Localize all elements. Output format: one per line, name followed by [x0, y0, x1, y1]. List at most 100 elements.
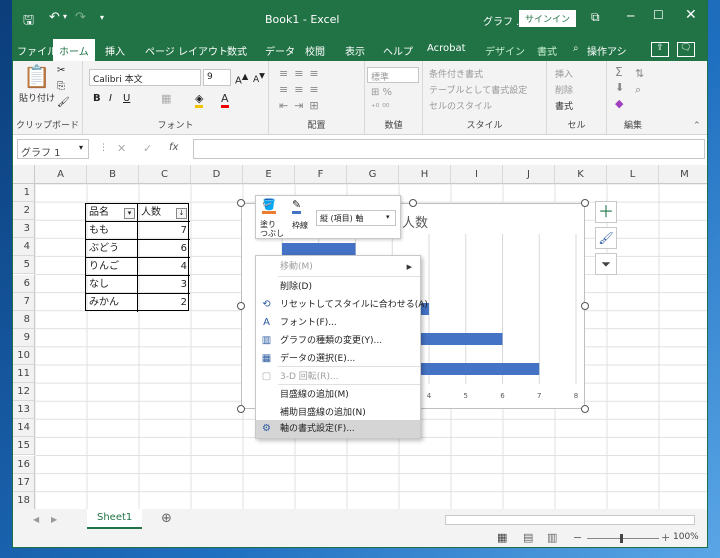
tab-data[interactable]: データ — [265, 43, 295, 58]
filter-dropdown-icon[interactable]: ▾ — [124, 208, 135, 219]
insert-function-icon[interactable]: fx — [169, 142, 178, 153]
row-header[interactable]: 13 — [13, 401, 35, 420]
context-menu-item[interactable]: 削除(D) — [256, 278, 420, 296]
outline-button[interactable]: 枠線 — [292, 220, 308, 231]
resize-handle[interactable] — [581, 302, 589, 310]
sheet-prev-icon[interactable]: ◀ — [33, 515, 39, 524]
indent-icons[interactable]: ⇤⇥⊞ — [279, 99, 325, 112]
fill-bucket-icon[interactable]: 🪣 — [262, 198, 276, 214]
row-header[interactable]: 3 — [13, 220, 35, 239]
column-header[interactable]: J — [503, 165, 555, 184]
resize-handle[interactable] — [581, 405, 589, 413]
chart-element-select[interactable]: 縦 (項目) 軸 — [316, 210, 396, 226]
column-header[interactable]: E — [243, 165, 295, 184]
chart-filters-button[interactable]: ⏷ — [595, 253, 617, 275]
table-cell[interactable]: ぶどう — [86, 240, 138, 258]
row-header[interactable]: 12 — [13, 383, 35, 402]
column-header[interactable]: A — [35, 165, 87, 184]
tell-me-box[interactable]: 操作アシ — [587, 43, 627, 58]
undo-icon[interactable]: ↶ — [49, 10, 60, 25]
table-cell[interactable]: 2 — [138, 294, 190, 312]
column-header[interactable]: F — [295, 165, 347, 184]
tab-insert[interactable]: 挿入 — [105, 43, 125, 58]
tab-chart-format[interactable]: 書式 — [537, 43, 557, 58]
borders-icon[interactable]: ▦ — [161, 92, 171, 105]
row-header[interactable]: 9 — [13, 328, 35, 347]
sheet-tab-sheet1[interactable]: Sheet1 — [87, 509, 143, 529]
grow-font-icon[interactable]: A▲ — [235, 71, 248, 86]
tab-chart-design[interactable]: デザイン — [485, 43, 525, 58]
cut-icon[interactable]: ✂ — [57, 65, 65, 76]
find-select-icon[interactable]: ⌕ — [635, 83, 641, 97]
row-header[interactable]: 4 — [13, 238, 35, 257]
chart-bar[interactable] — [282, 243, 356, 255]
table-cell[interactable]: なし — [86, 276, 138, 294]
format-as-table-button[interactable]: テーブルとして書式設定 — [429, 83, 527, 96]
chart-elements-button[interactable]: ＋ — [595, 201, 617, 223]
sheet-next-icon[interactable]: ▶ — [51, 515, 57, 524]
decimal-icon[interactable]: ⁺⁰ ⁰⁰ — [371, 103, 389, 113]
element-dropdown-icon[interactable]: ▾ — [386, 213, 390, 221]
ribbon-display-icon[interactable]: ⧉ — [591, 10, 600, 25]
row-header[interactable]: 10 — [13, 346, 35, 365]
underline-button[interactable]: U — [123, 93, 130, 104]
clear-icon[interactable]: ◆ — [615, 97, 623, 110]
bold-button[interactable]: B — [93, 93, 101, 104]
zoom-in-icon[interactable]: + — [661, 531, 670, 544]
copy-icon[interactable]: ⎘ — [57, 81, 65, 92]
save-icon[interactable]: 🖫 — [23, 11, 34, 33]
tab-help[interactable]: ヘルプ — [383, 43, 413, 58]
column-header[interactable]: I — [451, 165, 503, 184]
shrink-font-icon[interactable]: A▼ — [253, 71, 265, 85]
row-header[interactable]: 6 — [13, 274, 35, 293]
tab-file[interactable]: ファイル — [17, 43, 57, 58]
filter-dropdown-icon[interactable]: ↓ — [176, 208, 187, 219]
insert-cells-button[interactable]: 挿入 — [555, 67, 573, 80]
tab-formulas[interactable]: 数式 — [227, 43, 247, 58]
page-break-view-icon[interactable]: ▥ — [547, 531, 557, 544]
tab-review[interactable]: 校閲 — [305, 43, 325, 58]
italic-button[interactable]: I — [109, 93, 112, 104]
formula-input[interactable] — [193, 139, 705, 159]
column-header[interactable]: C — [139, 165, 191, 184]
collapse-ribbon-icon[interactable]: ⌃ — [693, 121, 701, 131]
table-cell[interactable]: みかん — [86, 294, 138, 312]
format-painter-icon[interactable]: 🖌 — [57, 97, 70, 108]
font-name-select[interactable]: Calibri 本文 — [89, 69, 201, 86]
column-header[interactable]: M — [659, 165, 707, 184]
column-header[interactable]: G — [347, 165, 399, 184]
fill-icon[interactable]: ⬇ — [615, 81, 624, 94]
row-header[interactable]: 14 — [13, 419, 35, 438]
table-cell[interactable]: もも — [86, 222, 138, 240]
add-sheet-icon[interactable]: ⊕ — [161, 511, 172, 526]
autosum-icon[interactable]: Σ — [615, 65, 623, 79]
horizontal-scrollbar[interactable] — [445, 515, 695, 525]
context-menu-item[interactable]: ⟲ リセットしてスタイルに合わせる(A) — [256, 296, 428, 314]
outline-pen-icon[interactable]: ✎ — [292, 198, 302, 214]
confirm-entry-icon[interactable]: ✓ — [143, 142, 152, 155]
table-cell[interactable]: 7 — [138, 222, 190, 240]
column-header[interactable]: L — [607, 165, 659, 184]
minimize-icon[interactable]: ─ — [627, 9, 634, 23]
zoom-slider[interactable] — [587, 538, 659, 539]
align-center-icons[interactable]: ≡≡≡ — [279, 83, 325, 96]
row-header[interactable]: 5 — [13, 256, 35, 275]
resize-handle[interactable] — [237, 405, 245, 413]
row-header[interactable]: 17 — [13, 473, 35, 492]
tab-view[interactable]: 表示 — [345, 43, 365, 58]
font-size-select[interactable]: 9 — [203, 69, 231, 86]
maximize-icon[interactable]: ☐ — [653, 8, 664, 22]
row-header[interactable]: 15 — [13, 437, 35, 456]
percent-icon[interactable]: ⊞ % — [371, 87, 392, 98]
select-all-corner[interactable] — [13, 165, 35, 184]
sort-filter-icon[interactable]: ⇅ — [635, 67, 644, 80]
undo-dropdown-icon[interactable]: ▾ — [63, 12, 67, 21]
tab-home[interactable]: ホーム — [53, 39, 95, 61]
row-header[interactable]: 7 — [13, 292, 35, 311]
number-format-select[interactable]: 標準 — [367, 67, 419, 83]
context-menu-item[interactable]: A フォント(F)... — [256, 314, 420, 332]
signin-button[interactable]: サインイン — [519, 10, 577, 27]
row-header[interactable]: 2 — [13, 202, 35, 221]
chart-styles-button[interactable]: 🖌 — [595, 227, 617, 249]
comments-icon[interactable]: 🗨 — [677, 42, 695, 57]
